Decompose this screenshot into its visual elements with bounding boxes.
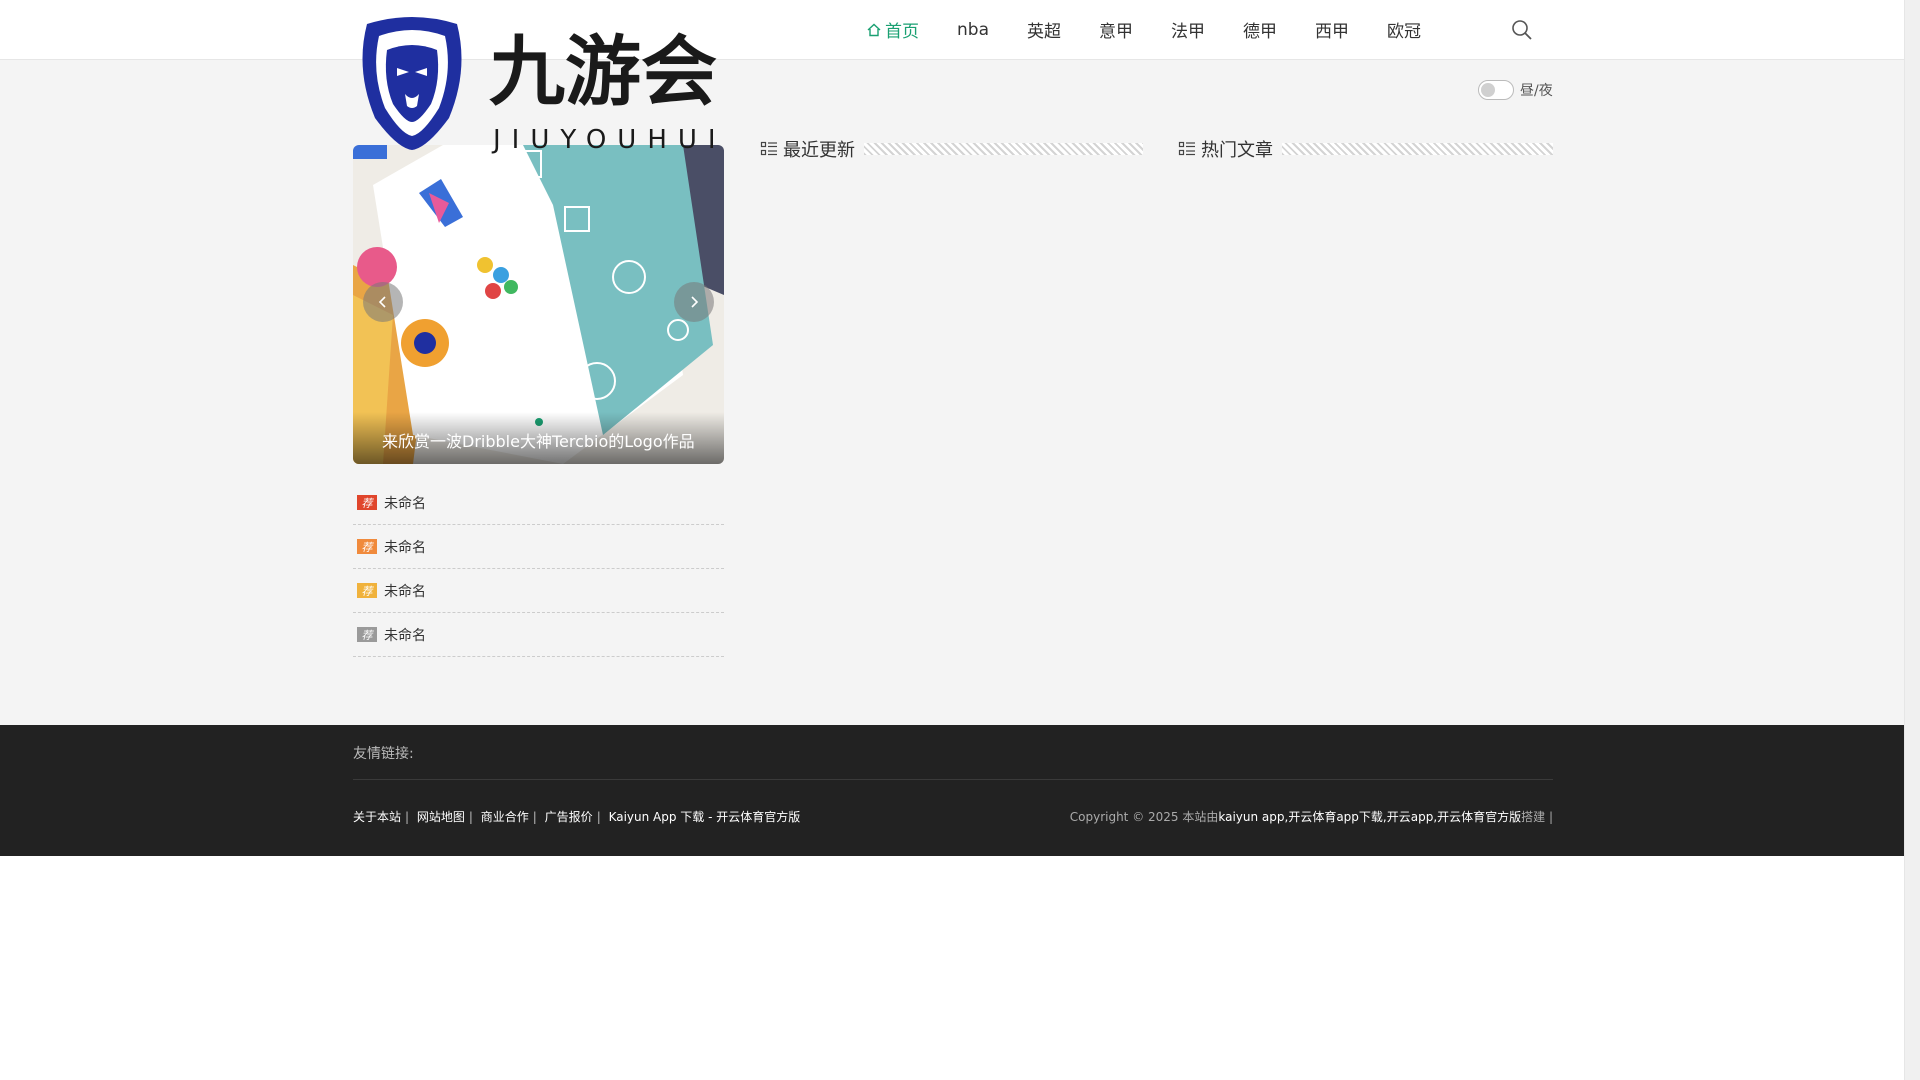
recent-updates-header: 最近更新 [760, 136, 1143, 162]
recommend-badge: 荐 [357, 583, 377, 598]
section-divider [864, 143, 1143, 155]
site-footer: 友情链接: 关于本站 | 网站地图 | 商业合作 | 广告报价 | Kaiyun App… [0, 725, 1905, 856]
svg-text:JIUYOUHUI: JIUYOUHUI [491, 125, 727, 154]
slider-caption[interactable]: 来欣赏一波Dribble大神Tercbio的Logo作品 [353, 412, 724, 464]
recommended-list: 荐 未命名 荐 未命名 荐 未命名 荐 未命名 [353, 481, 724, 657]
chevron-right-icon [691, 296, 699, 308]
theme-toggle-label: 昼/夜 [1520, 83, 1553, 99]
nav-item-label: 德甲 [1242, 22, 1277, 42]
friend-links-label: 友情链接: [353, 746, 414, 762]
recommend-badge: 荐 [357, 627, 377, 642]
page: 首页 nba 英超 意甲 法甲 德甲 西甲 欧冠 九游会 JIUYOUHUI 昼… [0, 0, 1905, 1080]
nav-item-label: 首页 [885, 22, 919, 42]
footer-divider [353, 779, 1553, 780]
copyright-prefix: Copyright © 2025 本站由 [1069, 810, 1219, 824]
svg-text:九游会: 九游会 [489, 27, 717, 116]
page-scrollbar[interactable] [1904, 0, 1920, 1080]
nav-item-label: 意甲 [1098, 22, 1133, 42]
featured-slider[interactable]: 来欣赏一波Dribble大神Tercbio的Logo作品 [353, 145, 724, 464]
nav-item-premier-league[interactable]: 英超 [1027, 17, 1061, 42]
theme-toggle[interactable]: 昼/夜 [1478, 80, 1553, 100]
copyright: Copyright © 2025 本站由kaiyun app,开云体育app下载… [1070, 808, 1553, 825]
list-item-title[interactable]: 未命名 [384, 625, 426, 645]
section-title: 最近更新 [783, 140, 855, 161]
slider-prev-button[interactable] [363, 282, 403, 322]
recommend-badge: 荐 [357, 539, 377, 554]
section-divider [1282, 143, 1553, 155]
main-nav: 首页 nba 英超 意甲 法甲 德甲 西甲 欧冠 [866, 0, 1459, 59]
recommend-badge: 荐 [357, 495, 377, 510]
nav-item-bundesliga[interactable]: 德甲 [1243, 17, 1277, 42]
list-item-title[interactable]: 未命名 [384, 537, 426, 557]
list-icon [760, 141, 777, 156]
theme-toggle-knob [1481, 83, 1495, 97]
nav-item-label: 西甲 [1314, 22, 1349, 42]
nav-item-nba[interactable]: nba [957, 20, 989, 40]
nav-item-serie-a[interactable]: 意甲 [1099, 17, 1133, 42]
footer-link-ad-pricing[interactable]: 广告报价 [545, 810, 593, 824]
site-logo[interactable]: 九游会 JIUYOUHUI [357, 10, 757, 155]
section-title: 热门文章 [1201, 140, 1273, 161]
nav-item-home[interactable]: 首页 [866, 17, 919, 42]
slider-next-button[interactable] [674, 282, 714, 322]
footer-separator: | [596, 810, 601, 824]
footer-separator: | [468, 810, 473, 824]
hot-articles-header: 热门文章 [1178, 136, 1553, 162]
site-header: 首页 nba 英超 意甲 法甲 德甲 西甲 欧冠 [0, 0, 1905, 60]
footer-link-sitemap[interactable]: 网站地图 [417, 810, 465, 824]
nav-item-label: 英超 [1026, 22, 1061, 42]
copyright-suffix: 搭建 | [1521, 810, 1553, 824]
nav-item-label: 欧冠 [1386, 22, 1421, 42]
footer-link-business[interactable]: 商业合作 [481, 810, 529, 824]
footer-separator: | [532, 810, 537, 824]
home-icon [867, 23, 881, 36]
slider-caption-text[interactable]: 来欣赏一波Dribble大神Tercbio的Logo作品 [382, 428, 695, 452]
footer-nav: 关于本站 | 网站地图 | 商业合作 | 广告报价 | Kaiyun App 下载 - … [353, 808, 800, 825]
footer-separator: | [405, 810, 410, 824]
theme-toggle-switch[interactable] [1478, 80, 1514, 100]
list-item-title[interactable]: 未命名 [384, 493, 426, 513]
copyright-site-link[interactable]: kaiyun app,开云体育app下载,开云app,开云体育官方版 [1218, 810, 1521, 824]
list-item[interactable]: 荐 未命名 [353, 613, 724, 657]
list-item[interactable]: 荐 未命名 [353, 569, 724, 613]
page-bottom-blank [0, 856, 1905, 1080]
nav-item-champions-league[interactable]: 欧冠 [1387, 17, 1421, 42]
nav-item-la-liga[interactable]: 西甲 [1315, 17, 1349, 42]
list-icon [1178, 141, 1195, 156]
list-item[interactable]: 荐 未命名 [353, 481, 724, 525]
nav-item-label: 法甲 [1170, 22, 1205, 42]
nav-item-label: nba [957, 19, 989, 40]
nav-item-ligue-1[interactable]: 法甲 [1171, 17, 1205, 42]
footer-link-about[interactable]: 关于本站 [353, 810, 401, 824]
footer-link-app-download[interactable]: Kaiyun App 下载 - 开云体育官方版 [609, 810, 801, 824]
search-icon[interactable] [1510, 18, 1534, 42]
chevron-left-icon [378, 296, 386, 308]
lion-logo-icon: 九游会 JIUYOUHUI [362, 17, 727, 155]
list-item-title[interactable]: 未命名 [384, 581, 426, 601]
list-item[interactable]: 荐 未命名 [353, 525, 724, 569]
